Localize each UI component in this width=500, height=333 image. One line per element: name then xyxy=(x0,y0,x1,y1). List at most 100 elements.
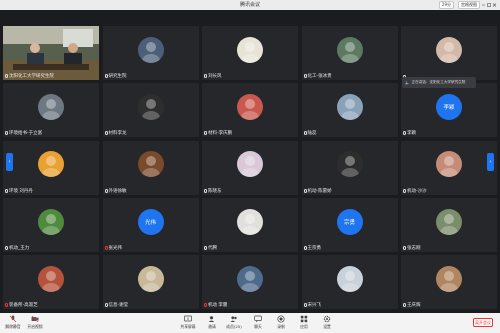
participant-label: 机动-沙沙 xyxy=(403,188,427,194)
participant-name: 宋兴飞 xyxy=(307,303,322,309)
meeting-toolbar: 解除静音 开启视频 共享屏幕 邀请 成员(25) 聊天 录制 应用 设置 离开会… xyxy=(0,313,500,333)
participant-tile[interactable]: 材料李龙 xyxy=(102,83,199,138)
participant-tile[interactable]: 刘长风 xyxy=(202,26,298,80)
participant-name: 环境 刘丹丹 xyxy=(9,188,33,194)
participant-label: 张志刚 xyxy=(403,245,421,251)
prev-page-button[interactable]: ‹ xyxy=(6,153,13,171)
settings-button[interactable]: 设置 xyxy=(316,315,338,330)
view-toggle-button[interactable]: 宫格视图 xyxy=(458,1,480,9)
gear-icon xyxy=(323,315,331,323)
record-button[interactable]: 录制 xyxy=(270,315,292,330)
participant-tile[interactable]: 代腾 xyxy=(202,197,298,252)
mic-icon xyxy=(204,74,207,78)
camera-feed xyxy=(3,26,99,80)
participant-name: 机动-陈雷娇 xyxy=(307,188,332,194)
avatar xyxy=(237,208,263,235)
participant-tile[interactable]: 研究生院 xyxy=(102,26,199,80)
participant-label: 化工-张冰贵 xyxy=(303,73,332,79)
avatar xyxy=(137,94,164,121)
participant-name: 张志刚 xyxy=(407,245,421,251)
participant-name: 化工-张冰贵 xyxy=(307,74,332,79)
participant-label: 材料-李庆鹏 xyxy=(204,130,232,136)
participant-label: 环境给书-于立富 xyxy=(5,130,42,136)
next-page-button[interactable]: › xyxy=(487,153,494,171)
mic-icon xyxy=(303,303,307,308)
leave-meeting-button[interactable]: 离开会议 xyxy=(473,318,493,327)
participant-name: 机动 李震 xyxy=(208,303,228,309)
participant-tile[interactable]: 机动-沙沙 xyxy=(401,140,497,195)
participant-tile[interactable]: 宋兴飞 xyxy=(301,255,398,310)
participant-tile[interactable]: 机动 李震 xyxy=(202,255,298,310)
participant-tile[interactable]: 环境给书-于立富 xyxy=(3,83,99,138)
mic-icon xyxy=(403,131,406,136)
duration-badge: 29分 xyxy=(438,1,454,9)
participant-tile[interactable]: 机动-陈雷娇 xyxy=(301,140,398,195)
participant-label: 环境 刘丹丹 xyxy=(5,188,33,194)
participant-name: 代腾 xyxy=(208,245,217,251)
speaker-icon: 🔈 xyxy=(405,80,410,85)
avatar xyxy=(38,151,64,178)
invite-icon xyxy=(208,316,215,322)
participant-name: 外语徐敏 xyxy=(108,188,127,194)
mic-icon xyxy=(104,188,108,193)
participant-grid: 沈阳化工大学研究生院 研究生院 刘长风 化工-张冰贵环境给书-于立富 材料李龙 材料-李庆… xyxy=(3,26,497,310)
mic-icon xyxy=(303,245,307,250)
avatar: 光伟 xyxy=(137,208,164,235)
avatar: 宗勇 xyxy=(336,208,363,235)
participant-tile[interactable]: 陆蕊 xyxy=(301,83,398,138)
participant-name: 王宗勇 xyxy=(307,245,322,251)
apps-button[interactable]: 应用 xyxy=(293,315,315,330)
mic-icon xyxy=(303,74,307,78)
mic-icon xyxy=(403,245,406,250)
participant-label: 代腾 xyxy=(204,245,217,251)
participant-tile[interactable]: 王庆辉 xyxy=(401,255,497,310)
participant-label: 王庆辉 xyxy=(403,302,421,308)
mic-icon xyxy=(204,245,207,250)
participant-label: 宋兴飞 xyxy=(303,302,322,309)
mic-icon xyxy=(403,303,406,308)
participant-tile[interactable]: 张志刚 xyxy=(401,197,497,252)
invite-button[interactable]: 邀请 xyxy=(201,315,223,330)
participant-name: 环境给书-于立富 xyxy=(9,131,43,137)
mic-icon xyxy=(104,303,108,308)
members-button[interactable]: 成员(25) xyxy=(223,315,245,330)
participant-tile[interactable]: 环境 刘丹丹 xyxy=(3,140,99,195)
participant-tile[interactable]: 装备所-高淑芝 xyxy=(3,255,99,310)
participant-label: 研究生院 xyxy=(104,73,127,79)
avatar xyxy=(336,36,363,63)
participant-tile[interactable]: 外语徐敏 xyxy=(102,140,199,195)
mic-icon xyxy=(204,188,207,193)
members-icon xyxy=(230,316,237,322)
participant-name: 刘长风 xyxy=(208,74,222,79)
mic-icon xyxy=(403,188,406,193)
participant-tile[interactable]: 材料-李庆鹏 xyxy=(202,83,298,138)
mic-icon xyxy=(5,188,8,193)
participant-tile[interactable]: 沈阳化工大学研究生院 xyxy=(3,26,99,80)
participant-tile[interactable]: 陈晓东 xyxy=(202,140,298,195)
participant-tile[interactable]: 光伟 张光伟 xyxy=(102,197,199,252)
avatar xyxy=(336,151,363,178)
participant-tile[interactable]: 信息-谢莹 xyxy=(102,255,199,310)
participant-tile[interactable]: 李颖 李颖 xyxy=(401,83,497,138)
participant-label: 沈阳化工大学研究生院 xyxy=(5,73,54,79)
participant-tile[interactable]: 宗勇王宗勇 xyxy=(301,197,398,252)
participant-name: 王庆辉 xyxy=(407,303,421,309)
mic-icon xyxy=(303,188,307,193)
start-video-button[interactable]: 开启视频 xyxy=(24,315,46,330)
chat-button[interactable]: 聊天 xyxy=(247,315,269,330)
avatar xyxy=(38,265,64,292)
mic-muted-icon xyxy=(9,315,17,323)
participant-name: 装备所-高淑芝 xyxy=(9,303,38,309)
unmute-button[interactable]: 解除静音 xyxy=(2,315,24,330)
avatar xyxy=(38,208,64,235)
window-controls[interactable] xyxy=(481,1,497,9)
avatar xyxy=(436,208,462,235)
avatar xyxy=(436,265,462,292)
share-screen-button[interactable]: 共享屏幕 xyxy=(177,315,199,330)
avatar xyxy=(137,265,164,292)
participant-tile[interactable] xyxy=(401,26,497,80)
mic-icon xyxy=(5,131,8,136)
participant-name: 李颖 xyxy=(407,131,416,137)
participant-tile[interactable]: 机动_王力 xyxy=(3,197,99,252)
participant-tile[interactable]: 化工-张冰贵 xyxy=(301,26,398,80)
